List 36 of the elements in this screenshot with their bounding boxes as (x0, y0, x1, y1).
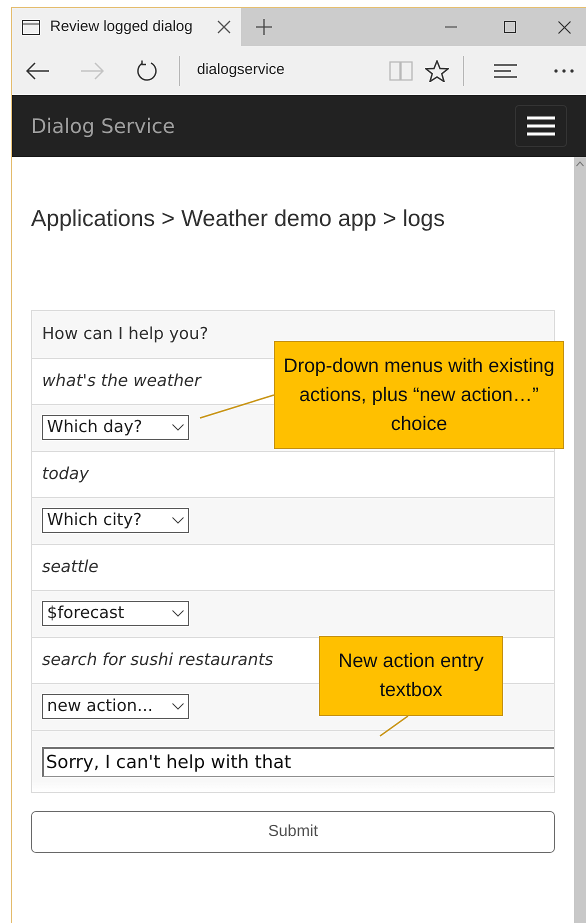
caret-icon (172, 424, 184, 432)
scrollbar[interactable] (574, 157, 586, 923)
close-icon[interactable] (558, 20, 571, 34)
caret-icon (172, 610, 184, 618)
breadcrumb: Applications > Weather demo app > logs (31, 204, 446, 233)
minimize-icon[interactable] (445, 26, 457, 28)
close-tab-icon[interactable] (217, 20, 231, 34)
action-dropdown[interactable]: Which day? (42, 415, 189, 440)
maximize-icon[interactable] (504, 21, 516, 33)
user-message: what's the weather (42, 370, 201, 392)
caret-icon (172, 703, 184, 710)
page-icon (22, 20, 40, 34)
user-message: search for sushi restaurants (42, 648, 274, 671)
action-dropdown[interactable]: Which city? (42, 508, 189, 534)
hub-icon[interactable] (494, 64, 518, 78)
callout: New action entry textbox (319, 636, 503, 716)
action-dropdown[interactable]: new action... (42, 694, 189, 720)
menu-icon (527, 116, 555, 136)
brand-title[interactable]: Dialog Service (31, 111, 175, 141)
menu-button[interactable] (515, 105, 567, 147)
address-bar[interactable]: dialogservice (197, 59, 389, 82)
caret-icon (172, 517, 184, 524)
submit-button[interactable]: Submit (31, 810, 555, 852)
refresh-icon[interactable] (136, 60, 158, 82)
star-icon[interactable] (425, 60, 449, 82)
more-icon[interactable] (554, 68, 574, 72)
new-tab-icon[interactable] (255, 18, 273, 36)
bot-message: How can I help you? (42, 322, 208, 345)
user-message: today (42, 462, 89, 485)
action-input[interactable]: Sorry, I can't help with that (42, 746, 554, 776)
action-dropdown[interactable]: $forecast (42, 601, 189, 626)
leader-line (379, 715, 409, 737)
scroll-up-icon (576, 161, 584, 167)
callout: Drop-down menus with existing actions, plus “new action…” choice (274, 341, 564, 449)
user-message: seattle (42, 556, 99, 578)
back-icon[interactable] (26, 62, 50, 80)
